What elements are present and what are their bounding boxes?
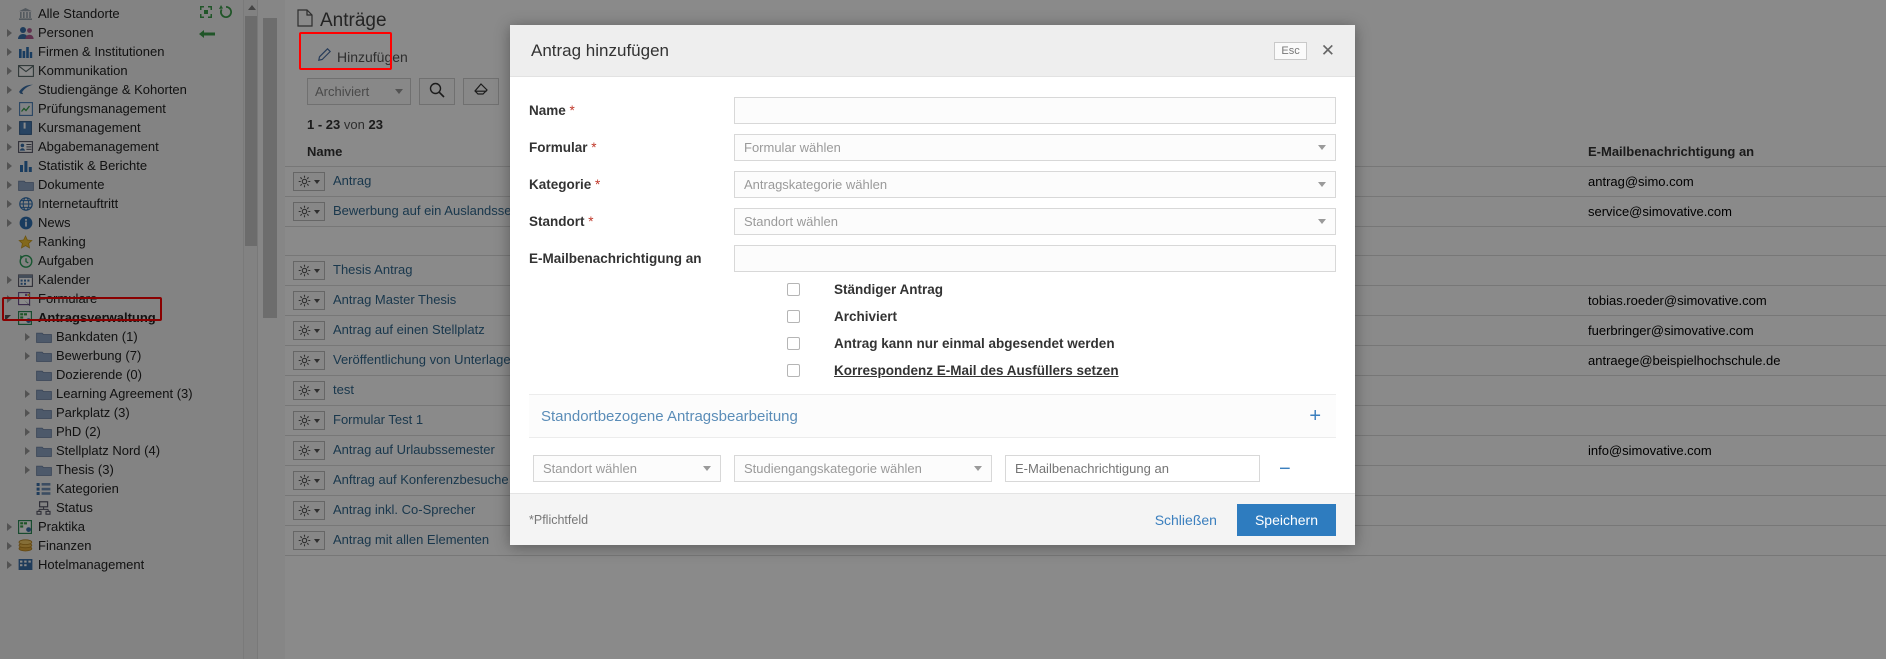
- checkbox-row: Korrespondenz E-Mail des Ausfüllers setz…: [529, 363, 1336, 378]
- location-email-input[interactable]: [1005, 455, 1260, 482]
- form-row: Formular * Formular wählen: [529, 134, 1336, 161]
- chevron-down-icon: [1318, 145, 1326, 150]
- checkbox[interactable]: [787, 283, 800, 296]
- required-asterisk: *: [587, 140, 597, 155]
- field-input[interactable]: [734, 245, 1336, 272]
- field-select[interactable]: Antragskategorie wählen: [734, 171, 1336, 198]
- checkbox-group: Ständiger Antrag Archiviert Antrag kann nu…: [529, 282, 1336, 378]
- location-row: Standort wählen Studiengangskategorie wä…: [529, 455, 1336, 482]
- chevron-down-icon: [1318, 182, 1326, 187]
- chevron-down-icon: [1318, 219, 1326, 224]
- minus-icon[interactable]: −: [1273, 459, 1297, 479]
- field-label: Standort *: [529, 214, 734, 229]
- required-field-note: *Pflichtfeld: [529, 512, 589, 527]
- location-studiengangskategorie-select[interactable]: Studiengangskategorie wählen: [734, 455, 992, 482]
- field-input[interactable]: [734, 97, 1336, 124]
- checkbox-row: Archiviert: [529, 309, 1336, 324]
- form-row: Standort * Standort wählen: [529, 208, 1336, 235]
- chevron-down-icon: [974, 466, 982, 471]
- checkbox-label: Ständiger Antrag: [834, 282, 944, 297]
- field-label: Name *: [529, 103, 734, 118]
- field-label-text: Standort: [529, 214, 585, 229]
- chevron-down-icon: [703, 466, 711, 471]
- location-standort-value: Standort wählen: [543, 461, 637, 476]
- checkbox-row: Antrag kann nur einmal abgesendet werden: [529, 336, 1336, 351]
- form-row: Kategorie * Antragskategorie wählen: [529, 171, 1336, 198]
- location-section-header: Standortbezogene Antragsbearbeitung +: [529, 394, 1336, 438]
- dialog-body: Name * Formular * Formular wählen Kategorie…: [510, 77, 1355, 493]
- field-label: E-Mailbenachrichtigung an: [529, 251, 734, 266]
- add-application-dialog: Antrag hinzufügen Esc ✕ Name * Formular *…: [510, 25, 1355, 545]
- checkbox-label: Archiviert: [834, 309, 898, 324]
- field-select[interactable]: Formular wählen: [734, 134, 1336, 161]
- form-fields: Name * Formular * Formular wählen Kategorie…: [529, 97, 1336, 272]
- field-select-value: Standort wählen: [744, 214, 838, 229]
- plus-icon[interactable]: +: [1303, 406, 1327, 426]
- field-label: Formular *: [529, 140, 734, 155]
- form-row: Name *: [529, 97, 1336, 124]
- checkbox[interactable]: [787, 310, 800, 323]
- dialog-header: Antrag hinzufügen Esc ✕: [510, 25, 1355, 77]
- form-row: E-Mailbenachrichtigung an: [529, 245, 1336, 272]
- location-studiengangskategorie-value: Studiengangskategorie wählen: [744, 461, 922, 476]
- checkbox-label[interactable]: Korrespondenz E-Mail des Ausfüllers setz…: [834, 363, 1119, 378]
- required-asterisk: *: [565, 103, 575, 118]
- field-label-text: Kategorie: [529, 177, 592, 192]
- save-button[interactable]: Speichern: [1236, 503, 1336, 536]
- required-asterisk: *: [584, 214, 594, 229]
- checkbox[interactable]: [787, 337, 800, 350]
- required-asterisk: *: [591, 177, 601, 192]
- esc-button[interactable]: Esc: [1274, 41, 1307, 60]
- field-label-text: E-Mailbenachrichtigung an: [529, 251, 702, 266]
- field-label: Kategorie *: [529, 177, 734, 192]
- field-select[interactable]: Standort wählen: [734, 208, 1336, 235]
- section-title: Standortbezogene Antragsbearbeitung: [541, 407, 798, 425]
- checkbox-label: Antrag kann nur einmal abgesendet werden: [834, 336, 1115, 351]
- checkbox[interactable]: [787, 364, 800, 377]
- field-label-text: Name: [529, 103, 566, 118]
- dialog-title: Antrag hinzufügen: [531, 40, 669, 60]
- location-standort-select[interactable]: Standort wählen: [533, 455, 721, 482]
- application-window: Alle Standorte Personen Firmen & Instituti…: [0, 0, 1886, 659]
- field-label-text: Formular: [529, 140, 588, 155]
- field-select-value: Antragskategorie wählen: [744, 177, 888, 192]
- checkbox-row: Ständiger Antrag: [529, 282, 1336, 297]
- close-dialog-button[interactable]: Schließen: [1155, 512, 1217, 528]
- close-icon[interactable]: ✕: [1321, 42, 1335, 59]
- dialog-footer: *Pflichtfeld Schließen Speichern: [510, 493, 1355, 545]
- field-select-value: Formular wählen: [744, 140, 841, 155]
